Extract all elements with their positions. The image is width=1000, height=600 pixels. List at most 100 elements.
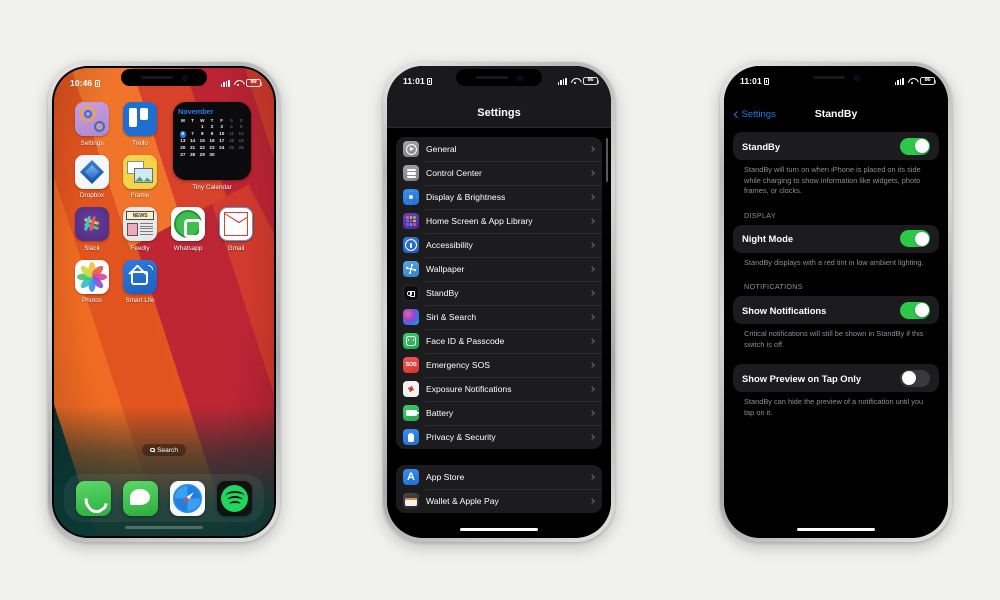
- toggle-switch[interactable]: [900, 137, 930, 155]
- calendar-day: 11: [228, 130, 234, 136]
- chevron-right-icon: [589, 290, 595, 296]
- calendar-widget-slot[interactable]: November M T W T F S S 1 2 3 4 5 6 7 8 9 10 11 12 13 14 15 16 1…: [164, 102, 260, 199]
- settings-row-exposure-notifications[interactable]: Exposure Notifications: [396, 377, 602, 401]
- lock-icon: [764, 77, 770, 85]
- settings-row-control-center[interactable]: Control Center: [396, 161, 602, 185]
- cell-label: Show Notifications: [742, 304, 827, 316]
- toggle-knob: [901, 371, 916, 385]
- settings-row-privacy-security[interactable]: Privacy & Security: [396, 425, 602, 449]
- app-frame[interactable]: Frame: [116, 154, 164, 199]
- screenshot-stage: 10:46 89 Settings Trello November M T W …: [0, 0, 1000, 600]
- widget-month-title: November: [178, 107, 214, 116]
- calendar-day: 16: [209, 138, 215, 143]
- standby-cell-night-mode[interactable]: Night Mode: [733, 224, 939, 253]
- calendar-day: 10: [219, 130, 225, 136]
- gmail-app-icon: [219, 207, 253, 241]
- settings-row-label: Emergency SOS: [426, 360, 490, 370]
- phone-app-icon[interactable]: [76, 480, 111, 516]
- settings-row-home-screen-app-library[interactable]: Home Screen & App Library: [396, 209, 602, 233]
- standby-cell-show-preview-on-tap-only[interactable]: Show Preview on Tap Only: [733, 364, 939, 392]
- settings-row-wallet-apple-pay[interactable]: Wallet & Apple Pay: [396, 489, 602, 513]
- settings-row-label: Home Screen & App Library: [426, 216, 533, 226]
- calendar-day: 24: [219, 144, 225, 150]
- speaker-grille: [475, 76, 508, 79]
- slack-app-icon: [75, 207, 109, 241]
- toggle-switch[interactable]: [900, 369, 930, 387]
- battery-icon: 86: [920, 77, 937, 85]
- wallpaper-icon: [403, 261, 419, 277]
- calendar-day: 25: [228, 144, 235, 150]
- settings-row-wallpaper[interactable]: Wallpaper: [396, 257, 602, 281]
- home-indicator[interactable]: [797, 527, 875, 531]
- calendar-weekday: T: [191, 118, 194, 123]
- calendar-day: 3: [220, 124, 223, 129]
- phone-standby-settings: Settings StandBy 11:01 86 StandBy StandB…: [720, 62, 952, 542]
- back-button[interactable]: Settings: [734, 109, 776, 120]
- settings-row-emergency-sos[interactable]: SOS Emergency SOS: [396, 353, 602, 377]
- wifi-icon: [908, 78, 917, 85]
- app-whatsapp[interactable]: Whatsapp: [164, 207, 212, 252]
- feedly-app-icon: NEWS: [123, 207, 157, 241]
- display-brightness-icon: [403, 189, 419, 205]
- battery-level: 86: [924, 77, 931, 84]
- phone-settings-list: Settings 11:01 86 General Control Center…: [383, 62, 615, 542]
- settings-row-face-id-passcode[interactable]: Face ID & Passcode: [396, 329, 602, 353]
- standby-scroll-area[interactable]: StandBy StandBy will turn on when iPhone …: [724, 128, 948, 538]
- app-gmail[interactable]: Gmail: [212, 207, 260, 252]
- settings-row-general[interactable]: General: [396, 137, 602, 161]
- settings-row-display-brightness[interactable]: Display & Brightness: [396, 185, 602, 209]
- calendar-day: 20: [180, 144, 186, 150]
- calendar-day: 8: [200, 130, 204, 136]
- toggle-switch[interactable]: [900, 230, 930, 247]
- cellular-signal-icon: [557, 77, 567, 85]
- app-label: Gmail: [227, 244, 245, 252]
- standby-cell-show-notifications[interactable]: Show Notifications: [733, 296, 939, 324]
- scrollbar[interactable]: [606, 138, 608, 182]
- chevron-right-icon: [589, 434, 595, 440]
- home-indicator[interactable]: [125, 525, 203, 529]
- settings-scroll-area[interactable]: General Control Center Display & Brightnes…: [387, 128, 611, 538]
- page-title: Settings: [477, 107, 521, 119]
- settings-row-label: Exposure Notifications: [426, 384, 512, 394]
- chevron-right-icon: [589, 146, 595, 152]
- spotify-app-icon[interactable]: [217, 480, 252, 516]
- app-slack[interactable]: Slack: [68, 207, 116, 252]
- safari-app-icon[interactable]: [170, 480, 205, 516]
- chevron-right-icon: [589, 498, 595, 504]
- app-dropbox[interactable]: Dropbox: [68, 154, 116, 199]
- app-label: Feedly: [130, 244, 150, 252]
- status-bar-time-group: 11:01: [403, 76, 433, 86]
- settings-row-standby[interactable]: StandBy: [396, 281, 602, 305]
- calendar-day: 22: [199, 144, 205, 150]
- app-settings[interactable]: Settings: [68, 102, 116, 147]
- cell-footnote: StandBy can hide the preview of a notifi…: [744, 397, 924, 417]
- cell-label: Show Preview on Tap Only: [742, 372, 862, 384]
- calendar-day: 1: [200, 124, 204, 129]
- status-time: 10:46: [70, 78, 93, 88]
- app-trello[interactable]: Trello: [116, 102, 164, 147]
- siri-search-icon: [403, 309, 419, 325]
- settings-row-siri-search[interactable]: Siri & Search: [396, 305, 602, 329]
- app-feedly[interactable]: NEWS Feedly: [116, 207, 164, 252]
- calendar-day: 27: [180, 151, 186, 157]
- settings-row-battery[interactable]: Battery: [396, 401, 602, 425]
- chevron-right-icon: [589, 218, 595, 224]
- app-smart-life[interactable]: Smart Life: [116, 259, 164, 304]
- cell-footnote: StandBy will turn on when iPhone is plac…: [744, 165, 921, 195]
- messages-app-icon[interactable]: [123, 480, 158, 516]
- section-header: NOTIFICATIONS: [744, 282, 803, 291]
- app-photos[interactable]: Photos: [68, 259, 116, 304]
- home-indicator[interactable]: [460, 527, 538, 531]
- toggle-switch[interactable]: [900, 301, 930, 319]
- standby-screen: Settings StandBy 11:01 86 StandBy StandB…: [724, 66, 948, 538]
- lock-icon: [427, 77, 433, 85]
- search-button[interactable]: Search: [142, 444, 186, 456]
- app-label: Trello: [132, 139, 148, 147]
- settings-row-accessibility[interactable]: Accessibility: [396, 233, 602, 257]
- standby-cell-standby[interactable]: StandBy: [733, 132, 939, 160]
- speaker-grille: [140, 76, 173, 79]
- settings-row-label: Accessibility: [426, 240, 473, 250]
- settings-row-app-store[interactable]: A App Store: [396, 465, 602, 489]
- tiny-calendar-widget[interactable]: November M T W T F S S 1 2 3 4 5 6 7 8 9 10 11 12 13 14 15 16 1…: [173, 102, 251, 180]
